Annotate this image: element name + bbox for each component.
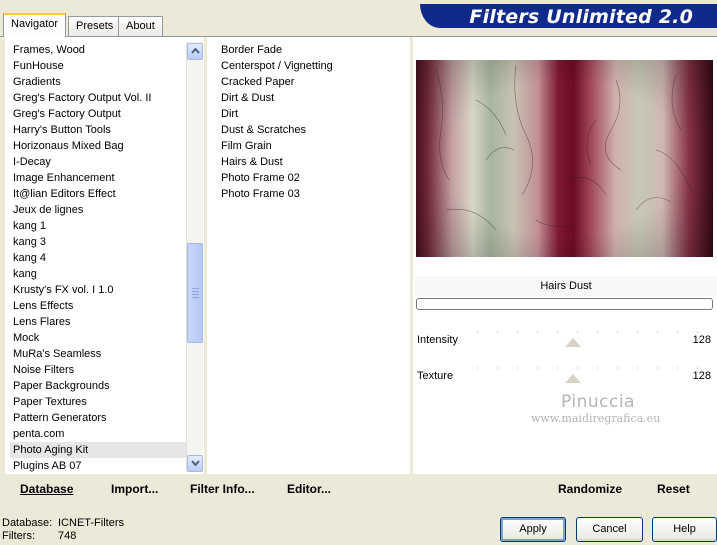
category-scrollbar[interactable] [186,42,203,472]
intensity-slider-knob[interactable] [565,338,581,347]
category-item[interactable]: Horizonaus Mixed Bag [10,138,186,154]
filter-item[interactable]: Centerspot / Vignetting [218,58,408,74]
status-filters: Filters: 748 [2,530,76,542]
category-item[interactable]: Paper Backgrounds [10,378,186,394]
category-item[interactable]: Krusty's FX vol. I 1.0 [10,282,186,298]
texture-value: 128 [692,370,711,382]
filter-item[interactable]: Photo Frame 03 [218,186,408,202]
category-item[interactable]: Greg's Factory Output Vol. II [10,90,186,106]
scroll-down-button[interactable] [187,455,203,472]
category-item[interactable]: MuRa's Seamless [10,346,186,362]
category-item[interactable]: Photo Aging Kit [10,442,186,458]
category-item[interactable]: Image Enhancement [10,170,186,186]
category-item[interactable]: Plugins AB 07 [10,458,186,474]
watermark-name: Pinuccia [561,392,635,412]
status-database-label: Database: [2,517,53,529]
title-banner: Filters Unlimited 2.0 [420,4,717,28]
texture-slider-knob[interactable] [565,374,581,383]
category-item[interactable]: Jeux de lignes [10,202,186,218]
param-row-empty [415,437,717,451]
chevron-down-icon [190,458,200,468]
filter-info-button[interactable]: Filter Info... [190,482,255,496]
slider-ticks [477,367,713,369]
filter-item[interactable]: Cracked Paper [218,74,408,90]
category-item[interactable]: Paper Textures [10,394,186,410]
tab-presets-label: Presets [76,20,114,32]
scroll-thumb[interactable] [187,243,203,343]
category-item[interactable]: Frames, Wood [10,42,186,58]
category-item[interactable]: kang [10,266,186,282]
texture-label: Texture [417,370,454,382]
preview-image [416,60,713,257]
status-database: Database: ICNET-Filters [2,517,124,529]
filter-item[interactable]: Hairs & Dust [218,154,408,170]
intensity-label: Intensity [417,334,458,346]
cancel-button[interactable]: Cancel [576,517,643,542]
help-button[interactable]: Help [652,517,717,542]
filter-item[interactable]: Dust & Scratches [218,122,408,138]
reset-button[interactable]: Reset [657,482,690,496]
category-item[interactable]: Harry's Button Tools [10,122,186,138]
watermark-url: www.maidiregrafica.eu [531,412,661,425]
category-item[interactable]: Noise Filters [10,362,186,378]
app-title: Filters Unlimited 2.0 [469,6,693,28]
category-item[interactable]: FunHouse [10,58,186,74]
category-item[interactable]: kang 3 [10,234,186,250]
category-item[interactable]: kang 4 [10,250,186,266]
category-item[interactable]: Lens Effects [10,298,186,314]
category-item[interactable]: Pattern Generators [10,410,186,426]
category-item[interactable]: I-Decay [10,154,186,170]
slider-ticks [477,331,713,333]
database-button[interactable]: Database [20,482,73,496]
category-item[interactable]: Lens Flares [10,314,186,330]
editor-button[interactable]: Editor... [287,482,331,496]
param-row-empty [415,456,717,470]
chevron-up-icon [190,46,200,56]
list-divider [204,37,207,475]
preview-divider [410,37,413,475]
category-item[interactable]: It@lian Editors Effect [10,186,186,202]
filter-item[interactable]: Dirt & Dust [218,90,408,106]
status-filters-value: 748 [58,530,77,542]
filter-item[interactable]: Photo Frame 02 [218,170,408,186]
tab-navigator-label: Navigator [11,18,59,30]
randomize-button[interactable]: Randomize [558,482,622,496]
category-item[interactable]: Gradients [10,74,186,90]
filter-list[interactable]: Border Fade Centerspot / Vignetting Cracke… [218,42,408,202]
progress-bar [416,298,713,310]
import-button[interactable]: Import... [111,482,158,496]
status-filters-label: Filters: [2,530,35,542]
param-row-empty [415,353,717,367]
intensity-value: 128 [692,334,711,346]
filter-title: Hairs Dust [415,276,717,296]
filter-item[interactable]: Border Fade [218,42,408,58]
tab-about[interactable]: About [118,16,163,36]
category-item[interactable]: kang 1 [10,218,186,234]
status-database-value: ICNET-Filters [58,517,124,529]
tab-presets[interactable]: Presets [68,16,122,36]
scroll-up-button[interactable] [187,43,203,60]
filter-item[interactable]: Dirt [218,106,408,122]
category-item[interactable]: penta.com [10,426,186,442]
tab-about-label: About [126,20,155,32]
apply-button[interactable]: Apply [500,517,566,542]
filter-item[interactable]: Film Grain [218,138,408,154]
category-item[interactable]: Mock [10,330,186,346]
tab-navigator[interactable]: Navigator [3,13,67,37]
category-list[interactable]: Frames, Wood FunHouse Gradients Greg's Fact… [10,42,186,474]
category-item[interactable]: Greg's Factory Output [10,106,186,122]
